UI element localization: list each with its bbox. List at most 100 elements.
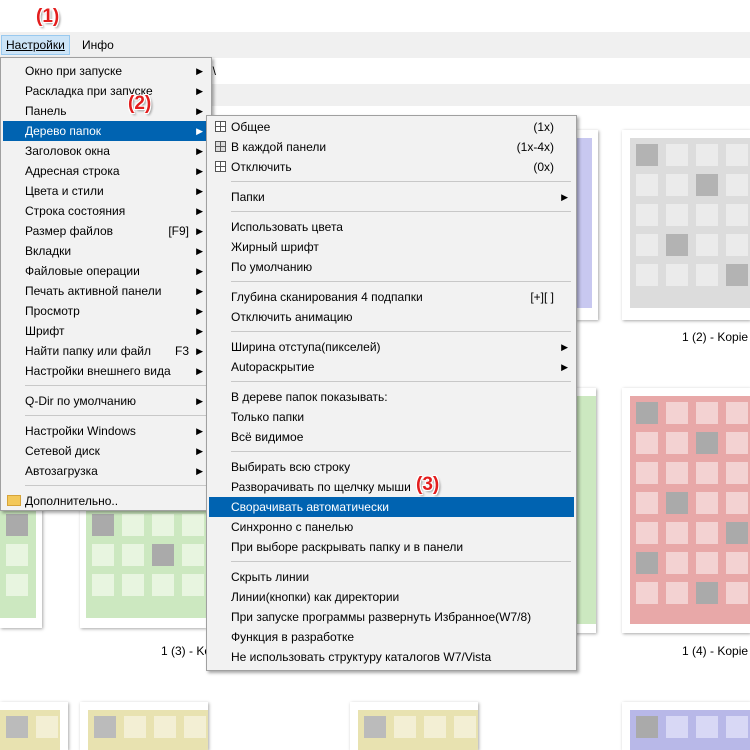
menu-separator [231,331,571,332]
settings-menu-item[interactable]: Раскладка при запуске ▶ [3,81,209,101]
settings-menu-item[interactable]: Адресная строка ▶ [3,161,209,181]
folder-tree-menu-item[interactable]: По умолчанию [209,257,574,277]
submenu-arrow-icon: ▶ [196,126,203,136]
thumbnail-tile[interactable] [0,508,42,628]
thumbnail-cell [726,264,748,286]
thumbnail-cell [666,552,688,574]
submenu-arrow-icon: ▶ [196,86,203,96]
submenu-arrow-icon: ▶ [196,206,203,216]
menu-item-label: Отключить анимацию [231,310,353,324]
settings-menu-item[interactable]: Панель ▶ [3,101,209,121]
menu-item-label: Всё видимое [231,430,304,444]
menu-item-label: Дерево папок [25,124,101,138]
thumbnail-cell [94,716,116,738]
thumbnail-cell [666,402,688,424]
folder-tree-menu-item[interactable]: В каждой панели (1x-4x) [209,137,574,157]
menu-item-label: Просмотр [25,304,80,318]
settings-menu-item[interactable]: Вкладки ▶ [3,241,209,261]
thumbnail-tile[interactable] [622,702,750,750]
folder-tree-menu-item[interactable]: Общее (1x) [209,117,574,137]
submenu-arrow-icon: ▶ [196,466,203,476]
settings-menu-item[interactable]: Автозагрузка ▶ [3,461,209,481]
folder-tree-submenu: Общее (1x) В каждой панели (1x-4x) Отключить… [206,115,577,671]
submenu-arrow-icon: ▶ [561,192,568,202]
thumbnail-cell [182,544,204,566]
settings-menu-item[interactable]: Строка состояния ▶ [3,201,209,221]
menu-info[interactable]: Инфо [78,35,118,55]
settings-menu-item[interactable]: Сетевой диск ▶ [3,441,209,461]
folder-tree-menu-item[interactable]: Скрыть линии [209,567,574,587]
settings-menu-item[interactable]: Настройки Windows ▶ [3,421,209,441]
settings-menu-item[interactable]: Дерево папок ▶ [3,121,209,141]
folder-tree-menu-item[interactable]: Выбирать всю строку [209,457,574,477]
folder-tree-menu-item[interactable]: Глубина сканирования 4 подпапки [+][ ] [209,287,574,307]
thumbnail-tile[interactable] [622,130,750,320]
settings-menu-item[interactable]: Печать активной панели ▶ [3,281,209,301]
settings-menu-item[interactable]: Размер файлов [F9] ▶ [3,221,209,241]
thumbnail-tile[interactable] [80,508,206,628]
folder-tree-menu-item[interactable]: При запуске программы развернуть Избранн… [209,607,574,627]
settings-menu-item[interactable]: Q-Dir по умолчанию ▶ [3,391,209,411]
thumbnail-cell [726,144,748,166]
thumbnail-tile[interactable] [80,702,208,750]
menu-settings[interactable]: Настройки [1,35,70,55]
thumbnail-cell [696,264,718,286]
menu-item-label: По умолчанию [231,260,313,274]
thumbnail-cell [6,574,28,596]
settings-menu-item[interactable]: Окно при запуске ▶ [3,61,209,81]
menu-item-label: Скрыть линии [231,570,310,584]
settings-menu-item[interactable]: Найти папку или файл F3 ▶ [3,341,209,361]
submenu-arrow-icon: ▶ [196,306,203,316]
menu-item-label: Вкладки [25,244,72,258]
thumbnail-cell [122,544,144,566]
menu-item-shortcut: [F9] [168,224,189,238]
thumbnail-cell [364,716,386,738]
thumbnail-cell [6,544,28,566]
thumbnail-cell [636,432,658,454]
thumbnail-tile[interactable] [622,388,750,633]
folder-tree-menu-item[interactable]: Autoраскрытие ▶ [209,357,574,377]
folder-tree-menu-item[interactable]: Папки ▶ [209,187,574,207]
folder-tree-menu-item[interactable]: Жирный шрифт [209,237,574,257]
settings-menu-item[interactable]: Цвета и стили ▶ [3,181,209,201]
menu-item-shortcut: (0x) [533,160,554,174]
title-area [0,0,750,32]
folder-tree-menu-item[interactable]: Функция в разработке [209,627,574,647]
thumbnail-cell [124,716,146,738]
settings-menu-item[interactable]: Заголовок окна ▶ [3,141,209,161]
thumbnail-cell [636,402,658,424]
folder-tree-menu-item[interactable]: Разворачивать по щелчку мыши [209,477,574,497]
folder-tree-menu-item[interactable]: Не использовать структуру каталогов W7/V… [209,647,574,667]
thumbnail-green [0,508,36,618]
settings-menu-item[interactable]: Шрифт ▶ [3,321,209,341]
folder-tree-menu-item[interactable]: Только папки [209,407,574,427]
tile-label: 1 (3) - Ko [161,644,212,658]
thumbnail-cell [696,552,718,574]
folder-tree-menu-item[interactable]: Линии(кнопки) как директории [209,587,574,607]
menu-item-label: Цвета и стили [25,184,104,198]
menu-item-label: Только папки [231,410,305,424]
menu-item-label: Использовать цвета [231,220,343,234]
settings-menu-item[interactable]: Просмотр ▶ [3,301,209,321]
thumbnail-cell [92,514,114,536]
folder-tree-menu-item[interactable]: Всё видимое [209,427,574,447]
menu-item-label: Глубина сканирования 4 подпапки [231,290,423,304]
thumbnail-cell [394,716,416,738]
folder-tree-menu-item[interactable]: Синхронно с панелью [209,517,574,537]
thumbnail-cell [182,574,204,596]
folder-tree-menu-item[interactable]: Сворачивать автоматически [209,497,574,517]
folder-tree-menu-item[interactable]: Использовать цвета [209,217,574,237]
folder-tree-menu-item[interactable]: Ширина отступа(пикселей) ▶ [209,337,574,357]
settings-menu-item[interactable]: Дополнительно.. [3,491,209,511]
thumbnail-tile[interactable] [350,702,478,750]
thumbnail-tile[interactable] [0,702,68,750]
folder-tree-menu-item[interactable]: При выборе раскрывать папку и в панели [209,537,574,557]
settings-menu-item[interactable]: Файловые операции ▶ [3,261,209,281]
settings-menu-item[interactable]: Настройки внешнего вида ▶ [3,361,209,381]
thumbnail-cell [666,492,688,514]
annotation-2: (2) [128,93,152,114]
folder-tree-menu-item[interactable]: Отключить анимацию [209,307,574,327]
folder-tree-menu-item[interactable]: В дереве папок показывать: [209,387,574,407]
folder-tree-menu-item[interactable]: Отключить (0x) [209,157,574,177]
thumbnail-tile[interactable] [576,130,598,320]
